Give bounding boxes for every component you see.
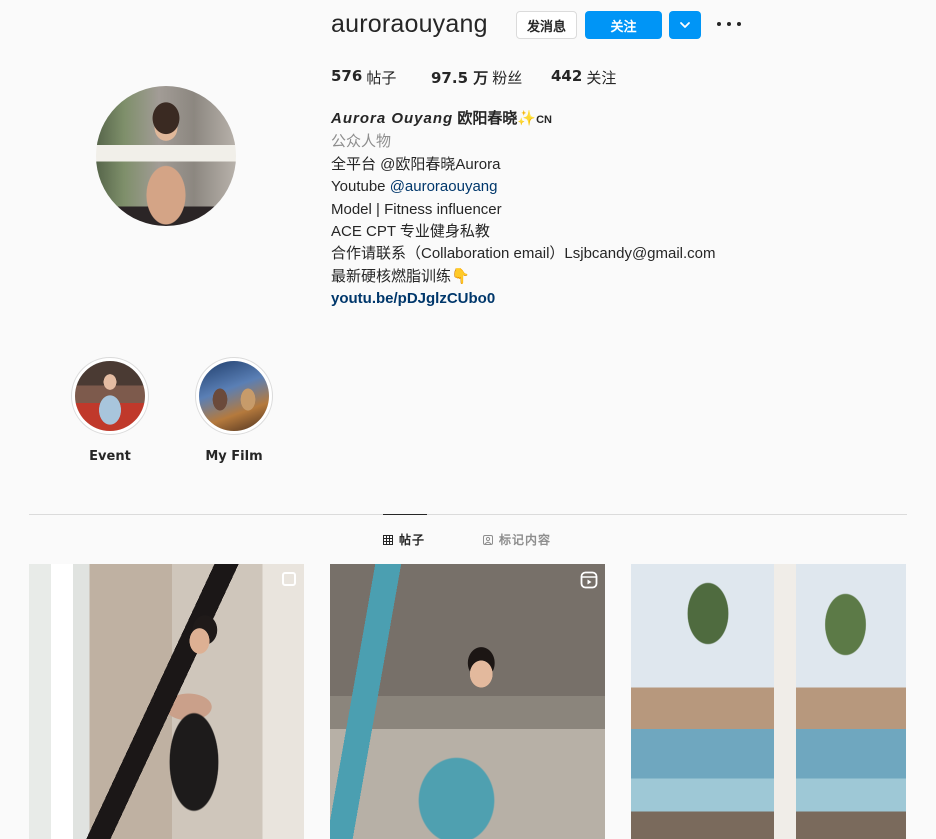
highlight-ring: [71, 357, 149, 435]
more-options-button[interactable]: [717, 14, 741, 34]
grid-icon: [383, 534, 393, 545]
highlight-cover-image: [199, 361, 269, 431]
followers-count: 97.5 万: [431, 69, 489, 87]
profile-category: 公众人物: [331, 133, 392, 151]
bio-line-2-prefix: Youtube: [331, 178, 390, 196]
full-name-cjk: 欧阳春晓: [457, 110, 518, 127]
stat-posts: 576 帖子: [331, 67, 396, 88]
bio-line-1: 全平台 @欧阳春晓Aurora: [331, 155, 501, 173]
followers-label: 粉丝: [492, 69, 523, 87]
highlight-my-film[interactable]: My Film: [195, 357, 273, 464]
posts-label: 帖子: [366, 69, 397, 87]
tab-posts[interactable]: 帖子: [383, 531, 425, 548]
profile-bio: Aurora Ouyang 欧阳春晓✨CN 公众人物 全平台 @欧阳春晓Auro…: [331, 108, 791, 311]
profile-username: auroraouyang: [331, 10, 488, 38]
tab-tagged[interactable]: 标记内容: [483, 531, 551, 548]
following-count: 442: [551, 67, 583, 85]
tag-icon: [483, 534, 493, 545]
highlight-label: My Film: [205, 449, 263, 464]
highlight-cover-image: [75, 361, 145, 431]
youtube-mention-link[interactable]: @auroraouyang: [390, 178, 498, 195]
reel-icon: [580, 571, 598, 589]
bio-line-2: Youtube @auroraouyang: [331, 176, 791, 198]
post-thumbnail[interactable]: [29, 564, 304, 839]
message-button[interactable]: 发消息: [516, 11, 577, 39]
full-name: Aurora Ouyang: [331, 110, 454, 127]
highlight-label: Event: [89, 449, 131, 464]
highlight-ring: [195, 357, 273, 435]
sparkles-emoji: ✨: [517, 110, 537, 127]
highlight-event[interactable]: Event: [71, 357, 149, 464]
tab-tagged-label: 标记内容: [499, 533, 552, 547]
bio-line-6: 最新硬核燃脂训练👇: [331, 267, 470, 285]
post-thumbnail[interactable]: [330, 564, 605, 839]
more-horizontal-icon: [717, 22, 741, 26]
multiple-photos-icon: [282, 572, 296, 586]
active-tab-indicator: [383, 514, 427, 515]
bio-line-5: 合作请联系（Collaboration email）Lsjbcandy@gmai…: [331, 245, 716, 263]
following-label: 关注: [586, 69, 617, 87]
country-code: CN: [536, 114, 552, 126]
bio-line-4: ACE CPT 专业健身私教: [331, 223, 490, 241]
tab-posts-label: 帖子: [399, 533, 426, 547]
bio-external-link[interactable]: youtu.be/pDJglzCUbo0: [331, 288, 791, 310]
suggested-accounts-button[interactable]: [669, 11, 701, 39]
full-name-row: Aurora Ouyang 欧阳春晓✨CN: [331, 108, 791, 131]
follow-button[interactable]: 关注: [585, 11, 662, 39]
profile-avatar[interactable]: [96, 86, 236, 226]
chevron-down-icon: [680, 22, 690, 28]
stat-followers[interactable]: 97.5 万 粉丝: [431, 67, 522, 88]
posts-count: 576: [331, 67, 363, 85]
tabs-divider: [29, 514, 907, 515]
bio-line-3: Model | Fitness influencer: [331, 200, 502, 218]
stat-following[interactable]: 442 关注: [551, 67, 616, 88]
post-thumbnail[interactable]: [631, 564, 906, 839]
